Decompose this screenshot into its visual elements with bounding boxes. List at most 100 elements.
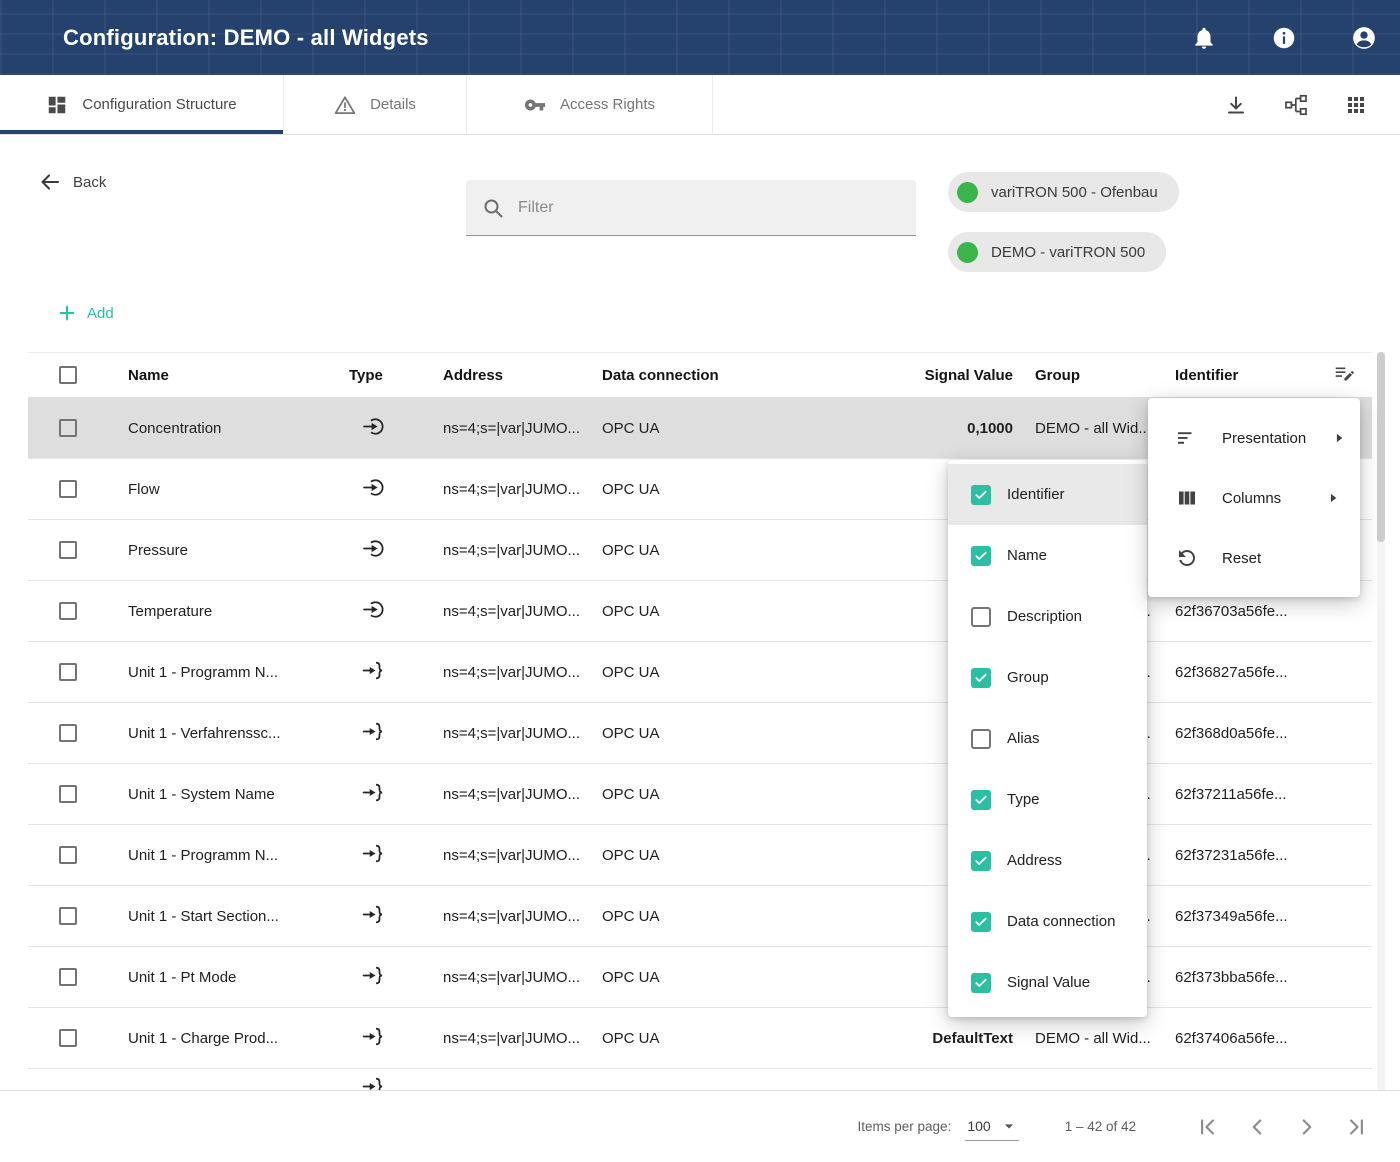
tab-access-rights[interactable]: Access Rights [467, 75, 713, 134]
tab-configuration-structure[interactable]: Configuration Structure [0, 75, 284, 134]
app-header: Configuration: DEMO - all Widgets [0, 0, 1400, 75]
items-per-page-select[interactable]: 100 [965, 1113, 1018, 1141]
cell-data-connection: OPC UA [602, 725, 918, 742]
prev-page-icon[interactable] [1244, 1114, 1270, 1140]
cell-data-connection: OPC UA [602, 542, 918, 559]
column-option-description[interactable]: Description [948, 586, 1147, 647]
device-chip-varitron-500-ofenbau[interactable]: variTRON 500 - Ofenbau [948, 172, 1179, 212]
row-checkbox[interactable] [59, 663, 77, 681]
option-checkbox[interactable] [971, 790, 991, 810]
bell-icon[interactable] [1191, 25, 1217, 51]
table-row[interactable]: Unit 1 - System Name ns=4;s=|var|JUMO...… [28, 764, 1372, 825]
cell-identifier: 62f37211a56fe... [1175, 786, 1323, 803]
row-checkbox[interactable] [59, 480, 77, 498]
table-row[interactable]: Unit 1 - Charge Prod... ns=4;s=|var|JUMO… [28, 1008, 1372, 1069]
cell-group: DEMO - all Wid... [1013, 1030, 1175, 1047]
table-row[interactable] [28, 1069, 1372, 1090]
column-option-identifier[interactable]: Identifier [948, 464, 1147, 525]
option-checkbox[interactable] [971, 485, 991, 505]
key-icon [524, 94, 546, 116]
dashboard-icon [46, 94, 68, 116]
row-checkbox[interactable] [59, 846, 77, 864]
text-input-icon [362, 658, 387, 683]
tab-details[interactable]: Details [284, 75, 467, 134]
table-row[interactable]: Unit 1 - Verfahrenssc... ns=4;s=|var|JUM… [28, 703, 1372, 764]
column-option-alias[interactable]: Alias [948, 708, 1147, 769]
option-checkbox[interactable] [971, 973, 991, 993]
presentation-icon [1175, 426, 1199, 450]
select-all-checkbox[interactable] [59, 366, 77, 384]
info-icon[interactable] [1271, 25, 1297, 51]
download-icon[interactable] [1224, 93, 1248, 117]
menu-item-columns[interactable]: Columns [1148, 468, 1360, 528]
col-address: Address [443, 367, 602, 384]
table-row[interactable]: Unit 1 - Pt Mode ns=4;s=|var|JUMO... OPC… [28, 947, 1372, 1008]
cell-name: Concentration [128, 420, 349, 437]
add-button[interactable]: Add [56, 302, 114, 324]
last-page-icon[interactable] [1344, 1114, 1370, 1140]
column-option-data-connection[interactable]: Data connection [948, 891, 1147, 952]
filter-field[interactable] [466, 180, 916, 236]
cell-identifier: 62f37349a56fe... [1175, 908, 1323, 925]
page-title: Configuration: DEMO - all Widgets [63, 25, 429, 51]
row-checkbox[interactable] [59, 419, 77, 437]
cell-address: ns=4;s=|var|JUMO... [443, 542, 602, 559]
filter-input[interactable] [518, 199, 901, 217]
account-icon[interactable] [1351, 25, 1377, 51]
tree-icon[interactable] [1284, 93, 1308, 117]
cell-address: ns=4;s=|var|JUMO... [443, 664, 602, 681]
table-header: Name Type Address Data connection Signal… [28, 352, 1372, 398]
search-icon [481, 196, 505, 220]
option-checkbox[interactable] [971, 912, 991, 932]
text-input-icon [362, 780, 387, 805]
content: Back variTRON 500 - Ofenbau DEMO - variT… [0, 135, 1400, 1162]
row-checkbox[interactable] [59, 1029, 77, 1047]
items-per-page-label: Items per page: [858, 1119, 952, 1134]
option-checkbox[interactable] [971, 607, 991, 627]
apps-icon[interactable] [1344, 93, 1368, 117]
columns-submenu: Identifier Name Description Group Alias … [948, 460, 1147, 1017]
row-checkbox[interactable] [59, 541, 77, 559]
column-option-type[interactable]: Type [948, 769, 1147, 830]
first-page-icon[interactable] [1194, 1114, 1220, 1140]
column-option-signal-value[interactable]: Signal Value [948, 952, 1147, 1013]
table-row[interactable]: Unit 1 - Start Section... ns=4;s=|var|JU… [28, 886, 1372, 947]
row-checkbox[interactable] [59, 907, 77, 925]
plus-icon [56, 302, 78, 324]
text-input-icon [362, 1074, 387, 1090]
cell-data-connection: OPC UA [602, 664, 918, 681]
option-checkbox[interactable] [971, 546, 991, 566]
cell-identifier: 62f37406a56fe... [1175, 1030, 1323, 1047]
column-option-name[interactable]: Name [948, 525, 1147, 586]
tab-bar: Configuration Structure Details Access R… [0, 75, 1400, 135]
option-checkbox[interactable] [971, 851, 991, 871]
menu-item-reset[interactable]: Reset [1148, 528, 1360, 588]
row-checkbox[interactable] [59, 724, 77, 742]
pagination-bar: Items per page: 100 1 – 42 of 42 [0, 1090, 1400, 1162]
column-option-address[interactable]: Address [948, 830, 1147, 891]
analog-input-icon [362, 414, 387, 439]
next-page-icon[interactable] [1294, 1114, 1320, 1140]
row-checkbox[interactable] [59, 602, 77, 620]
table-row[interactable]: Unit 1 - Programm N... ns=4;s=|var|JUMO.… [28, 642, 1372, 703]
back-button[interactable]: Back [38, 170, 106, 194]
back-arrow-icon [38, 170, 62, 194]
menu-item-presentation[interactable]: Presentation [1148, 408, 1360, 468]
edit-columns-icon[interactable] [1333, 362, 1355, 384]
scrollbar-thumb[interactable] [1377, 352, 1385, 542]
row-checkbox[interactable] [59, 785, 77, 803]
option-checkbox[interactable] [971, 668, 991, 688]
cell-name: Flow [128, 481, 349, 498]
row-checkbox[interactable] [59, 968, 77, 986]
cell-name: Temperature [128, 603, 349, 620]
cell-data-connection: OPC UA [602, 1030, 918, 1047]
option-checkbox[interactable] [971, 729, 991, 749]
table-row[interactable]: Unit 1 - Programm N... ns=4;s=|var|JUMO.… [28, 825, 1372, 886]
col-group: Group [1013, 367, 1175, 384]
add-label: Add [87, 305, 114, 322]
text-input-icon [362, 719, 387, 744]
column-option-group[interactable]: Group [948, 647, 1147, 708]
cell-identifier: 62f373bba56fe... [1175, 969, 1323, 986]
device-chip-demo-varitron-500[interactable]: DEMO - variTRON 500 [948, 232, 1166, 272]
table-scrollbar[interactable] [1377, 352, 1385, 1090]
